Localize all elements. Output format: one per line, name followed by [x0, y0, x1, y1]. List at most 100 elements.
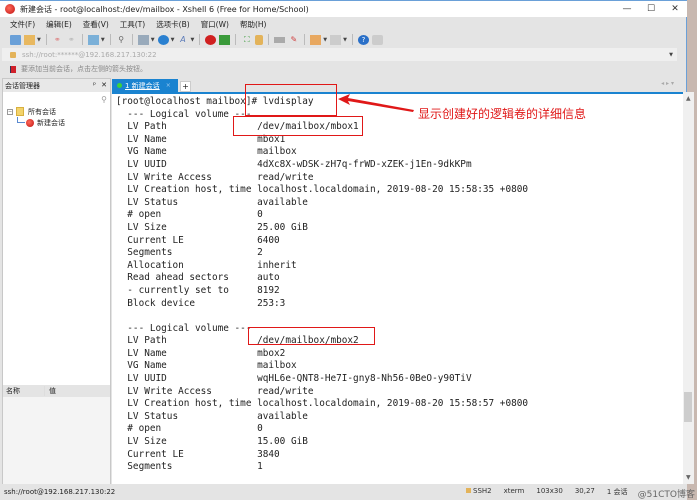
connected-status-icon — [117, 83, 122, 88]
title-bar: 新建会话 - root@localhost:/dev/mailbox - Xsh… — [0, 0, 687, 17]
address-bar[interactable]: ssh://root:******@192.168.217.130:22 ▼ — [2, 48, 677, 61]
status-protocol: SSH2 — [466, 487, 492, 497]
terminal-scrollbar[interactable]: ▲ ▼ — [683, 92, 694, 484]
status-bar: ssh://root@192.168.217.130:22 SSH2 xterm… — [0, 484, 687, 500]
open-folder-icon[interactable] — [24, 34, 35, 45]
terminal-line: Block device 253:3 — [116, 297, 286, 309]
scroll-thumb[interactable] — [684, 392, 692, 422]
tab-nav-arrows[interactable]: ◂ ▸ ▾ — [661, 80, 674, 87]
globe-icon[interactable] — [157, 34, 169, 45]
menu-file[interactable]: 文件(F) — [10, 19, 35, 30]
collapse-icon[interactable]: − — [7, 108, 13, 115]
highlight-icon[interactable]: ✎ — [288, 35, 299, 45]
menu-tools[interactable]: 工具(T) — [120, 19, 145, 30]
terminal-line: LV Write Access read/write — [116, 385, 314, 397]
toolbar-separator — [131, 34, 133, 45]
terminal-line: VG Name mailbox — [116, 360, 297, 372]
transfer-icon[interactable] — [137, 34, 149, 45]
add-tab-button[interactable]: + — [180, 81, 191, 92]
folder-dropdown-icon[interactable]: ▼ — [323, 37, 327, 43]
highlight-box-mbox1 — [233, 116, 363, 136]
close-pane-icon[interactable]: ✕ — [101, 81, 107, 89]
menu-help[interactable]: 帮助(H) — [240, 19, 267, 30]
session-manager-title: 会话管理器 — [5, 81, 40, 90]
properties-icon[interactable] — [87, 34, 99, 45]
watermark: @51CTO博客 — [637, 490, 695, 500]
annotation-text: 显示创建好的逻辑卷的详细信息 — [418, 107, 587, 121]
connect-icon[interactable]: ⚭ — [52, 35, 63, 45]
add-session-arrow-icon[interactable] — [10, 65, 16, 73]
pin-icon[interactable]: ᵖ — [93, 81, 96, 89]
properties-dropdown-icon[interactable]: ▼ — [101, 37, 105, 43]
tree-item-new-session[interactable]: 新建会话 — [3, 117, 110, 128]
terminal-line: LV Size 25.00 GiB — [116, 221, 308, 233]
window-title: 新建会话 - root@localhost:/dev/mailbox - Xsh… — [20, 4, 309, 14]
help-icon[interactable]: ? — [358, 34, 370, 45]
address-input[interactable]: ssh://root:******@192.168.217.130:22 — [22, 51, 157, 59]
tab-session-1[interactable]: 1 新建会话 × — [112, 79, 178, 92]
status-protocol-label: SSH2 — [473, 487, 492, 495]
terminal-line: Segments 2 — [116, 247, 263, 259]
menu-window[interactable]: 窗口(W) — [201, 19, 229, 30]
terminal-line: LV Creation host, time localhost.localdo… — [116, 184, 529, 196]
tree-item-label: 所有会话 — [28, 107, 56, 116]
scroll-up-icon[interactable]: ▲ — [686, 95, 691, 102]
toolbar-separator — [268, 34, 270, 45]
terminal-line: LV Creation host, time localhost.localdo… — [116, 398, 529, 410]
tab-bar: 1 新建会话 × + ◂ ▸ ▾ — [112, 78, 677, 92]
scroll-down-icon[interactable]: ▼ — [686, 474, 691, 481]
fullscreen-icon[interactable]: ⛶ — [241, 35, 252, 45]
lock-icon — [10, 51, 16, 58]
terminal-line: - currently set to 8192 — [116, 284, 280, 296]
menu-view[interactable]: 查看(V) — [83, 19, 109, 30]
xshell-window: 新建会话 - root@localhost:/dev/mailbox - Xsh… — [0, 0, 694, 500]
xftp-icon[interactable] — [219, 34, 231, 45]
disconnect-icon[interactable]: ⚭ — [66, 35, 77, 45]
session-search-input[interactable]: ⚲ — [3, 92, 110, 106]
col-value[interactable]: 值 — [45, 386, 56, 396]
globe-dropdown-icon[interactable]: ▼ — [171, 37, 175, 43]
layout-dropdown-icon[interactable]: ▼ — [343, 37, 347, 43]
terminal-line: Allocation inherit — [116, 259, 297, 271]
terminal-line: Read ahead sectors auto — [116, 272, 280, 284]
find-icon[interactable]: ⚲ — [116, 35, 127, 45]
session-icon — [26, 118, 34, 127]
toolbar-separator — [304, 34, 306, 45]
font-icon[interactable]: A — [177, 35, 188, 45]
terminal-line: VG Name mailbox — [116, 146, 297, 158]
status-sessions: 1 会话 — [606, 488, 628, 496]
layout-icon[interactable] — [330, 34, 342, 45]
keyboard-icon[interactable] — [274, 36, 286, 43]
maximize-button[interactable]: ☐ — [639, 1, 663, 17]
xshell-icon[interactable] — [205, 34, 217, 45]
tree-item-all-sessions[interactable]: − 所有会话 — [3, 106, 110, 117]
transfer-dropdown-icon[interactable]: ▼ — [151, 37, 155, 43]
menu-tabs[interactable]: 选项卡(B) — [156, 19, 190, 30]
terminal-line: LV UUID wqHL6e-QNT8-He7I-gny8-Nh56-0BeO-… — [116, 373, 472, 385]
terminal-line: # open 0 — [116, 209, 263, 221]
toolbar: ▼ ⚭ ⚭ ▼ ⚲ ▼ ▼ A ▼ ⛶ ✎ ▼ ▼ ? — [0, 31, 687, 48]
status-connection: ssh://root@192.168.217.130:22 — [4, 488, 116, 496]
terminal-output[interactable]: [root@localhost mailbox]# lvdisplay --- … — [112, 92, 684, 484]
lock-icon[interactable] — [255, 34, 264, 45]
close-button[interactable]: ✕ — [663, 1, 687, 17]
font-dropdown-icon[interactable]: ▼ — [190, 37, 194, 43]
col-name[interactable]: 名称 — [3, 386, 45, 396]
search-icon[interactable]: ⚲ — [101, 95, 107, 104]
address-dropdown-icon[interactable]: ▼ — [669, 52, 673, 58]
new-session-icon[interactable] — [10, 34, 21, 45]
minimize-button[interactable]: — — [615, 1, 639, 17]
status-cursor: 30,27 — [574, 487, 595, 495]
lock-icon — [466, 488, 471, 493]
menu-edit[interactable]: 编辑(E) — [46, 19, 72, 30]
open-dropdown-icon[interactable]: ▼ — [37, 37, 41, 43]
session-manager-header: 会话管理器 ᵖ ✕ — [3, 79, 110, 92]
chat-icon[interactable] — [372, 34, 384, 45]
terminal-line: Current LE 6400 — [116, 234, 280, 246]
tab-close-icon[interactable]: × — [166, 82, 171, 89]
terminal-line: LV UUID 4dXc8X-wDSK-zH7q-frWD-xZEK-j1En-… — [116, 158, 472, 170]
session-manager-pane: 会话管理器 ᵖ ✕ ⚲ − 所有会话 新建会话 名称 值 — [2, 78, 111, 485]
folder-icon[interactable] — [310, 34, 322, 45]
terminal-line: Current LE 3840 — [116, 448, 280, 460]
tree-connector — [17, 117, 25, 123]
